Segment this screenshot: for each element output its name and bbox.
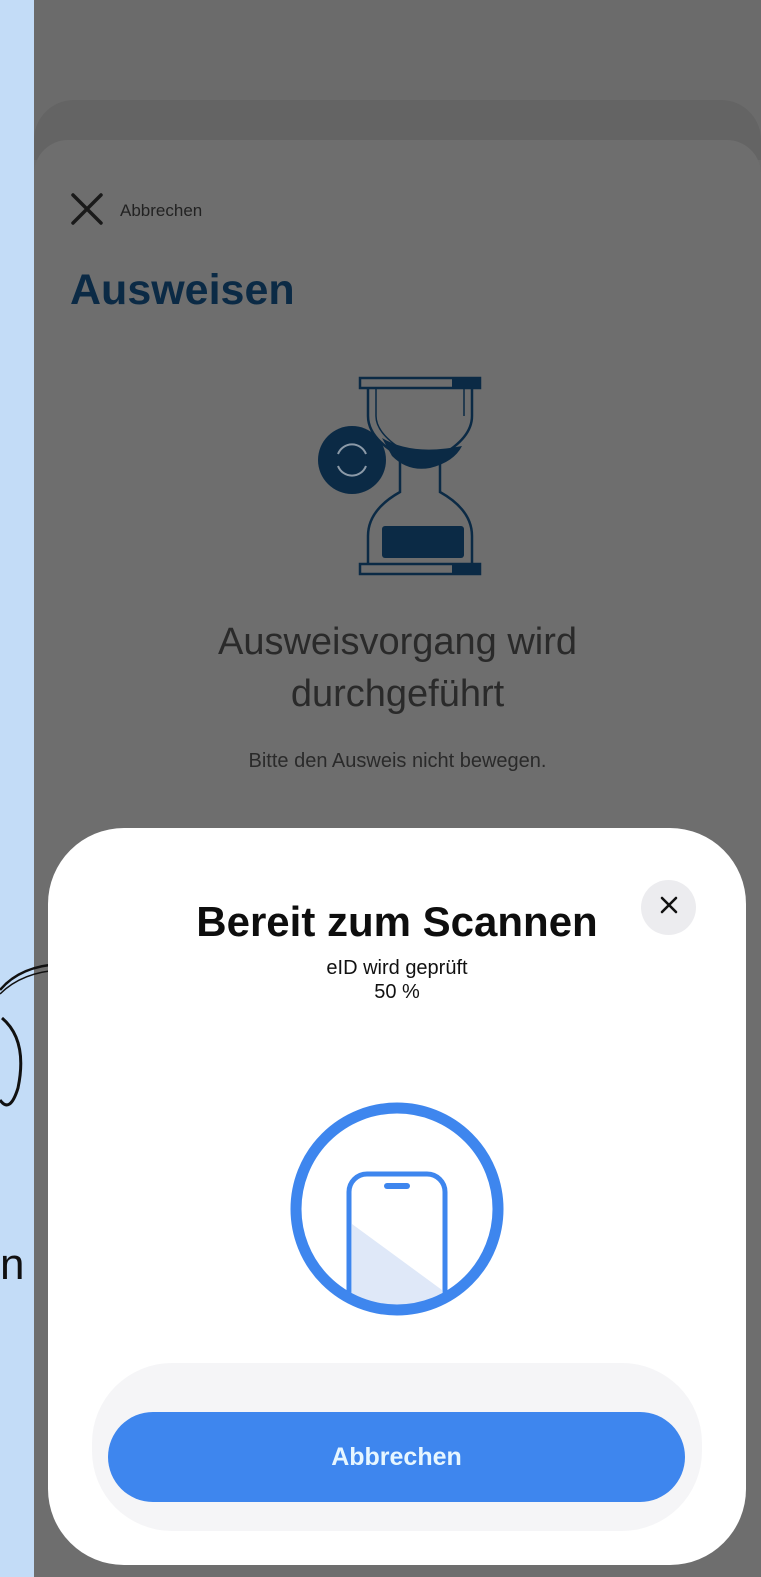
close-icon	[659, 895, 679, 920]
scan-status-line: eID wird geprüft	[326, 957, 468, 979]
status-subtitle: Bitte den Ausweis nicht bewegen.	[248, 750, 547, 772]
page-title: Ausweisen	[70, 266, 295, 314]
cancel-scan-button[interactable]: Abbrechen	[108, 1412, 685, 1502]
close-x-icon	[70, 192, 104, 231]
sheet-close-button[interactable]	[641, 880, 696, 935]
hourglass-refresh-icon	[312, 376, 482, 581]
cancel-link[interactable]: Abbrechen	[70, 192, 203, 226]
nfc-scan-sheet: Bereit zum Scannen eID wird geprüft 50 %…	[48, 828, 746, 1565]
scan-progress: 50 %	[374, 981, 420, 1003]
phone-scan-icon	[288, 1100, 506, 1323]
status-title: Ausweisvorgang wird durchgeführt	[217, 621, 578, 715]
annotation-text: n	[0, 1240, 25, 1289]
cancel-label: Abbrechen	[120, 201, 203, 220]
scan-status: eID wird geprüft 50 %	[48, 956, 746, 1004]
